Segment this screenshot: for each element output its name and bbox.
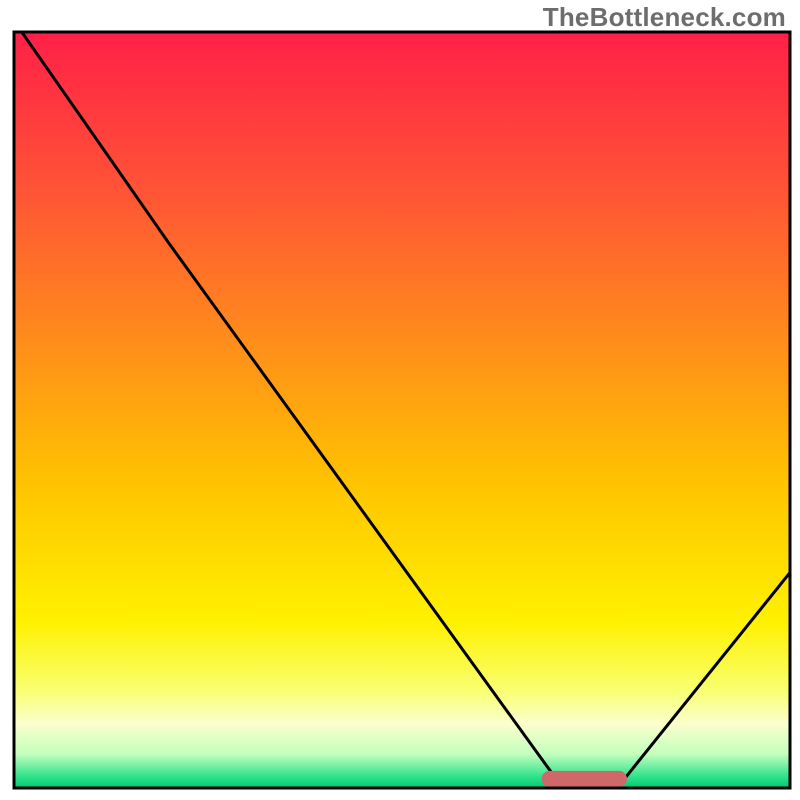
plot-background bbox=[14, 32, 790, 788]
watermark-label: TheBottleneck.com bbox=[543, 2, 786, 33]
optimal-marker bbox=[542, 771, 627, 787]
chart-root: TheBottleneck.com bbox=[0, 0, 800, 800]
chart-canvas bbox=[0, 0, 800, 800]
